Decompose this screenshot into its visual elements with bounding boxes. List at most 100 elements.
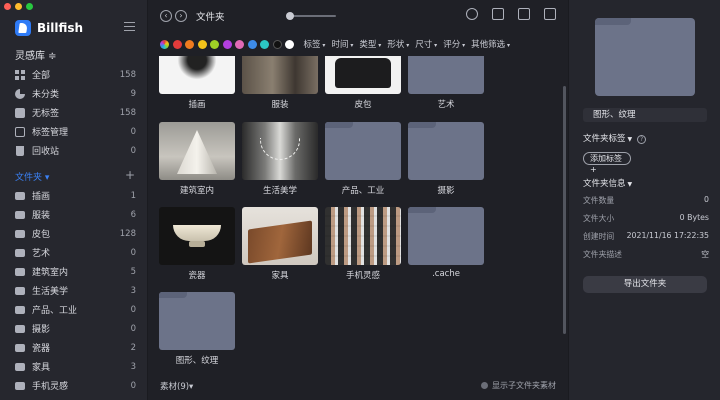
zoom-window-button[interactable] [26, 3, 33, 10]
filter-other[interactable]: 其他筛选 [471, 38, 510, 50]
folder-name-field[interactable]: 图形、纹理 [583, 108, 707, 122]
layout-icon[interactable] [518, 8, 530, 20]
sidebar-item-count: 1 [130, 190, 136, 201]
sidebar-item-count: 0 [130, 380, 136, 391]
sidebar-folder[interactable]: 生活美学 3 [0, 281, 148, 300]
list-menu-icon[interactable] [124, 22, 135, 31]
minimize-window-button[interactable] [15, 3, 22, 10]
app-name: Billfish [37, 21, 84, 35]
help-icon[interactable]: ? [637, 135, 647, 144]
pie-icon [15, 88, 25, 99]
sidebar-item-count: 158 [119, 107, 136, 118]
library-switcher[interactable]: 灵感库 ≑ [15, 47, 57, 62]
folder-card[interactable]: 插画 [159, 56, 235, 110]
sidebar-folder[interactable]: 插画 1 [0, 186, 148, 205]
folder-tags-title: 文件夹标签 ▼? [583, 132, 647, 144]
folder-card[interactable]: .cache [408, 207, 484, 279]
sidebar-folder[interactable]: 皮包 128 [0, 224, 148, 243]
color-swatch[interactable] [235, 39, 244, 49]
filter-tags[interactable]: 标签 [304, 38, 326, 50]
back-button[interactable]: ‹ [160, 10, 172, 22]
shirt-icon[interactable] [544, 8, 556, 20]
sidebar-folder[interactable]: 瓷器 2 [0, 338, 148, 357]
folder-card[interactable]: 产品、工业 [325, 122, 401, 196]
sidebar-item-label: 生活美学 [32, 287, 69, 297]
filter-rating[interactable]: 评分 [443, 38, 465, 50]
info-value: 0 Bytes [679, 213, 709, 222]
folder-card[interactable]: 摄影 [408, 122, 484, 196]
filter-shape[interactable]: 形状 [387, 38, 409, 50]
info-row: 文件夹描述 空 [583, 249, 709, 260]
folder-thumbnail [325, 56, 401, 94]
filter-size[interactable]: 尺寸 [415, 38, 437, 50]
folder-card[interactable]: 建筑室内 [159, 122, 235, 196]
thumbnail-size-slider[interactable] [286, 12, 336, 20]
folder-icon [15, 362, 25, 371]
folder-caption: 摄影 [437, 186, 455, 196]
folder-icon [15, 191, 25, 200]
toolbar: ‹ › 文件夹 [160, 7, 556, 25]
sidebar-item-tag-manager[interactable]: 标签管理 0 [0, 122, 148, 141]
color-swatch[interactable] [260, 39, 269, 49]
sidebar-item-label: 瓷器 [32, 344, 51, 354]
sidebar-folder[interactable]: 产品、工业 0 [0, 300, 148, 319]
grid-scrollbar[interactable] [563, 86, 566, 334]
info-key: 文件夹描述 [583, 250, 622, 259]
color-swatch[interactable] [172, 39, 182, 49]
sidebar-item-count: 128 [119, 228, 136, 239]
sidebar-folder[interactable]: 建筑室内 5 [0, 262, 148, 281]
tag-off-icon [15, 107, 25, 118]
color-wheel-icon[interactable] [160, 39, 169, 49]
folder-caption: 手机灵感 [345, 271, 380, 281]
folder-card[interactable]: 图形、纹理 [159, 292, 235, 366]
folder-card[interactable]: 手机灵感 [325, 207, 401, 281]
materials-count-dropdown[interactable]: 素材(9)▾ [160, 380, 193, 392]
sidebar-folder[interactable]: 艺术 0 [0, 243, 148, 262]
color-swatch[interactable] [197, 39, 207, 49]
search-icon[interactable] [466, 8, 478, 20]
sidebar-item-count: 0 [130, 247, 136, 258]
folder-icon [15, 286, 25, 295]
folder-card[interactable]: 瓷器 [159, 207, 235, 281]
show-subfolder-toggle[interactable]: 显示子文件夹素材 [481, 380, 556, 391]
sidebar-item-label: 未分类 [32, 90, 60, 100]
sidebar-item-label: 家具 [32, 363, 51, 373]
color-swatch[interactable] [285, 39, 294, 49]
color-swatch[interactable] [210, 39, 219, 49]
forward-button[interactable]: › [175, 10, 187, 22]
sidebar-folder[interactable]: 摄影 0 [0, 319, 148, 338]
close-window-button[interactable] [4, 3, 11, 10]
folder-info-title[interactable]: 文件夹信息 ▼ [583, 177, 632, 189]
filter-icon[interactable] [492, 8, 504, 20]
folder-thumbnail [159, 207, 235, 265]
folder-thumbnail [159, 292, 235, 350]
sidebar-item-uncategorized[interactable]: 未分类 9 [0, 84, 148, 103]
color-swatch[interactable] [222, 39, 232, 49]
folders-section-title[interactable]: 文件夹 ▾ [15, 170, 49, 183]
color-swatch[interactable] [247, 39, 257, 49]
folder-card[interactable]: 生活美学 [242, 122, 318, 196]
slider-handle[interactable] [286, 12, 294, 20]
filter-type[interactable]: 类型 [359, 38, 381, 50]
folder-caption: 家具 [271, 271, 289, 281]
color-swatch[interactable] [272, 39, 282, 49]
sidebar-item-trash[interactable]: 回收站 0 [0, 141, 148, 160]
color-swatch[interactable] [185, 39, 194, 49]
folder-card[interactable]: 艺术 [408, 56, 484, 110]
sidebar-item-untagged[interactable]: 无标签 158 [0, 103, 148, 122]
folder-card[interactable]: 家具 [242, 207, 318, 281]
filter-time[interactable]: 时间 [331, 38, 353, 50]
folder-card[interactable]: 皮包 [325, 56, 401, 110]
info-key: 创建时间 [583, 232, 615, 241]
sidebar-folder[interactable]: 服装 6 [0, 205, 148, 224]
sidebar-folder[interactable]: 家具 3 [0, 357, 148, 376]
add-folder-icon[interactable]: + [125, 168, 135, 182]
add-tag-button[interactable]: 添加标签 + [583, 152, 631, 174]
breadcrumb[interactable]: 文件夹 [196, 9, 225, 23]
folder-grid: 插画 服装 皮包 艺术 建筑室内 生活美学 产品、工业 摄影 瓷器 家具 手机灵… [159, 56, 559, 374]
sidebar-item-all[interactable]: 全部 158 [0, 65, 148, 84]
sidebar-folder[interactable]: 手机灵感 0 [0, 376, 148, 395]
info-value[interactable]: 空 [701, 249, 709, 260]
export-folder-button[interactable]: 导出文件夹 [583, 276, 707, 293]
folder-card[interactable]: 服装 [242, 56, 318, 110]
